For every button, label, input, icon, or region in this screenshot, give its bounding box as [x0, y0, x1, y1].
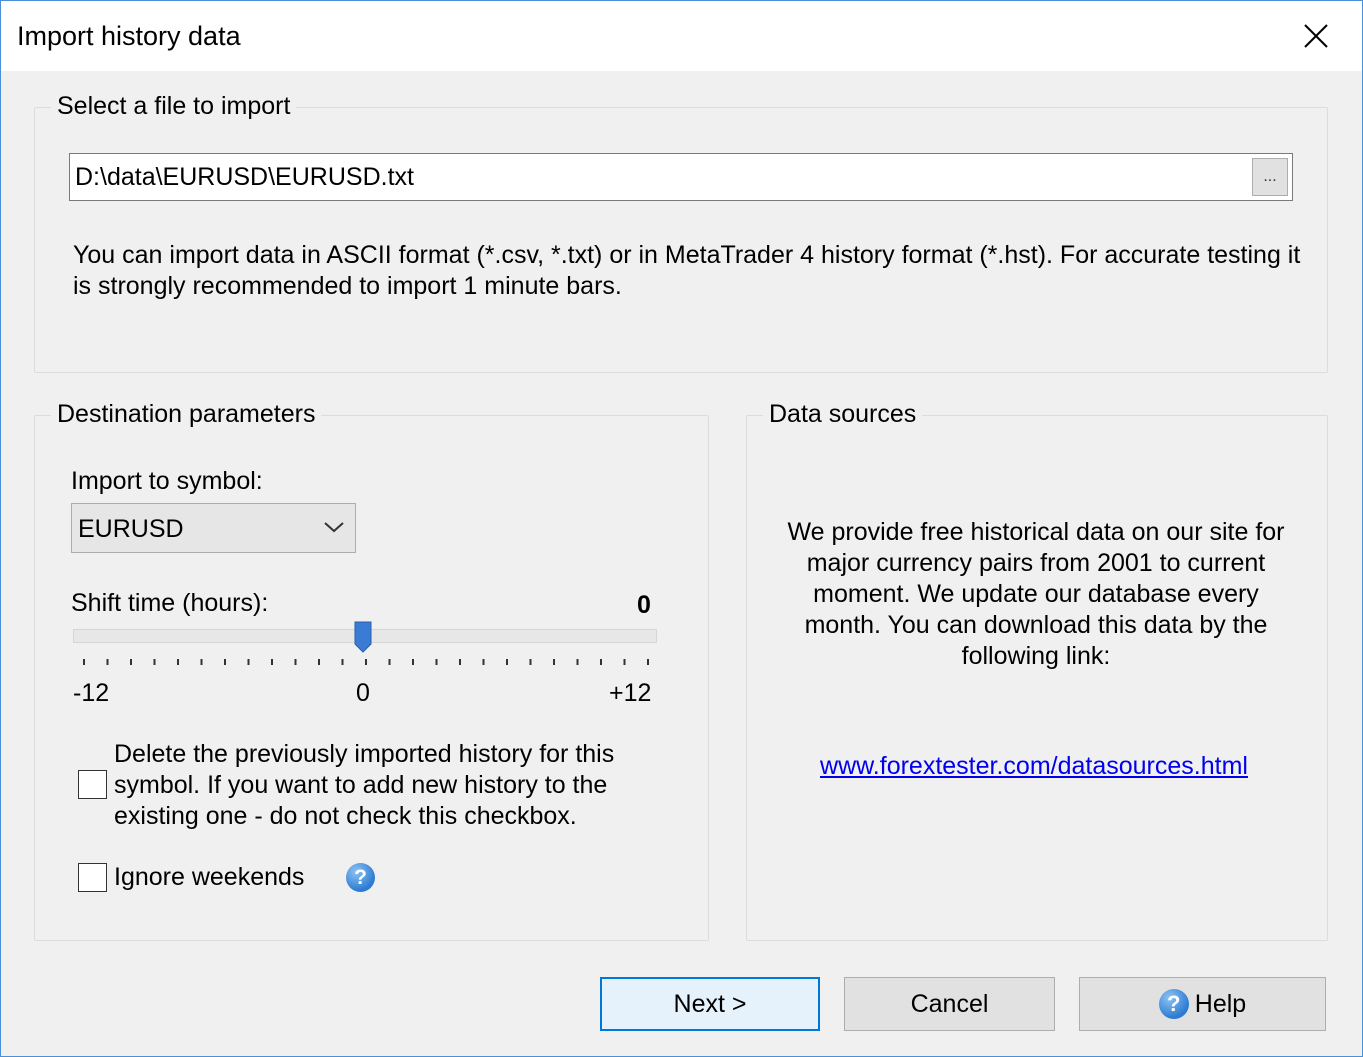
symbol-select[interactable]: EURUSD — [71, 503, 356, 553]
ignore-weekends-checkbox[interactable] — [78, 863, 107, 892]
slider-thumb[interactable] — [353, 621, 373, 653]
import-format-info: You can import data in ASCII format (*.c… — [73, 241, 1301, 300]
slider-tick — [271, 659, 273, 665]
slider-tick — [388, 659, 391, 665]
title-bar: Import history data — [1, 1, 1362, 71]
question-icon[interactable]: ? — [346, 863, 375, 892]
shift-time-value: 0 — [637, 591, 651, 619]
slider-tick — [365, 659, 367, 665]
help-icon: ? — [1158, 989, 1189, 1019]
shift-mid-label: 0 — [356, 679, 370, 707]
datasources-link[interactable]: www.forextester.com/datasources.html — [746, 752, 1322, 781]
slider-tick — [224, 659, 226, 665]
chevron-down-icon — [324, 522, 344, 533]
slider-tick — [130, 659, 132, 665]
file-path-input[interactable]: D:\data\EURUSD\EURUSD.txt — [69, 153, 1293, 201]
import-history-dialog: Import history data Select a file to imp… — [0, 0, 1363, 1057]
slider-tick — [318, 659, 320, 665]
slider-tick — [247, 659, 250, 665]
help-button[interactable]: ? Help — [1079, 977, 1326, 1031]
close-icon — [1304, 24, 1328, 48]
slider-tick — [506, 659, 508, 665]
delete-history-checkbox[interactable] — [78, 770, 107, 799]
slider-tick — [294, 659, 297, 665]
data-sources-text: We provide free historical data on our s… — [787, 518, 1285, 670]
slider-tick — [200, 659, 203, 665]
symbol-select-value: EURUSD — [78, 515, 184, 543]
slider-tick — [341, 659, 344, 665]
slider-tick — [459, 659, 461, 665]
delete-history-text: Delete the previously imported history f… — [114, 740, 615, 830]
browse-button[interactable]: ... — [1252, 158, 1288, 196]
data-sources-group-label: Data sources — [763, 400, 923, 429]
slider-tick — [600, 659, 602, 665]
shift-min-label: -12 — [73, 679, 110, 707]
data-sources-group: Data sources — [746, 400, 1328, 941]
next-button[interactable]: Next > — [600, 977, 820, 1031]
slider-tick — [482, 659, 485, 665]
slider-tick — [153, 659, 156, 665]
slider-tick — [647, 659, 649, 665]
close-button[interactable] — [1270, 1, 1362, 71]
help-button-label: Help — [1194, 989, 1247, 1018]
slider-tick — [412, 659, 414, 665]
symbol-label: Import to symbol: — [71, 467, 263, 495]
ignore-weekends-label: Ignore weekends — [114, 863, 305, 891]
shift-time-label: Shift time (hours): — [71, 589, 269, 617]
slider-tick — [623, 659, 626, 665]
slider-tick — [529, 659, 532, 665]
shift-max-label: +12 — [609, 679, 652, 707]
cancel-button[interactable]: Cancel — [844, 977, 1055, 1031]
slider-tick — [435, 659, 438, 665]
slider-tick — [83, 659, 85, 665]
slider-tick — [177, 659, 179, 665]
slider-tick — [553, 659, 555, 665]
slider-ticks — [83, 659, 649, 665]
slider-tick — [576, 659, 579, 665]
window-title: Import history data — [17, 21, 241, 51]
slider-tick — [106, 659, 109, 665]
file-select-group-label: Select a file to import — [51, 92, 297, 121]
destination-group-label: Destination parameters — [51, 400, 322, 429]
